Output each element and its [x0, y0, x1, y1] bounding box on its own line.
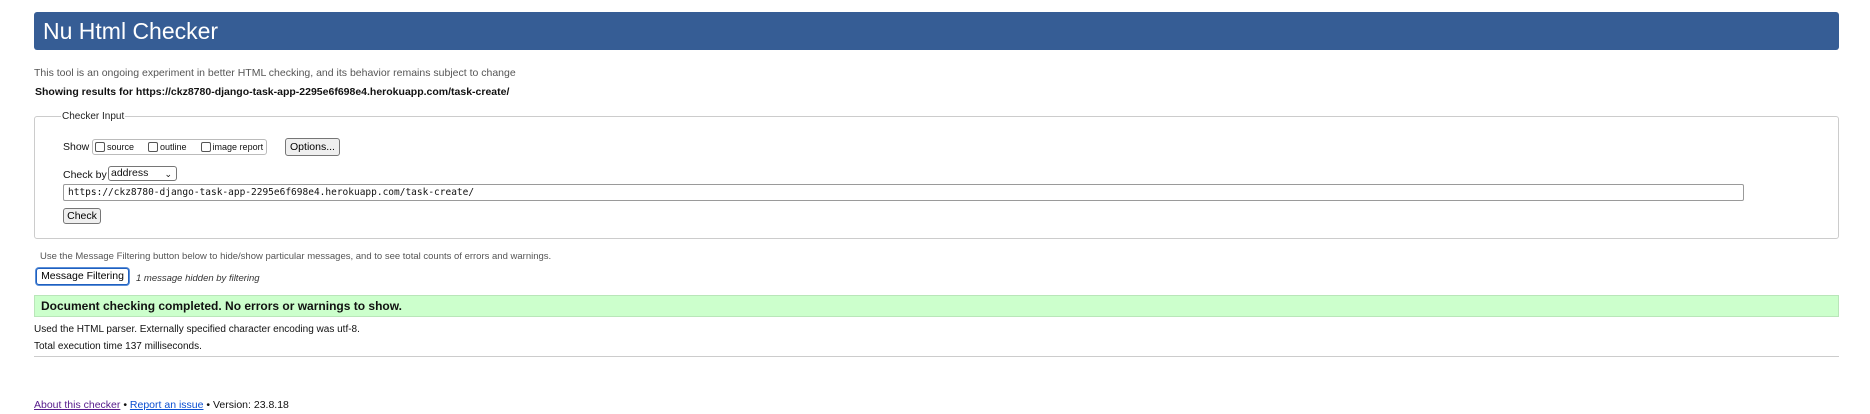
checker-input-legend: Checker Input — [62, 111, 125, 122]
execution-time: Total execution time 137 milliseconds. — [34, 341, 202, 352]
show-options-group: source outline image report — [92, 139, 268, 155]
show-outline-option[interactable]: outline — [148, 142, 187, 152]
footer-separator: • — [123, 399, 127, 411]
chevron-down-icon: ⌄ — [164, 169, 172, 179]
show-image-report-option[interactable]: image report — [200, 142, 264, 152]
check-by-selected-value: address — [111, 167, 149, 179]
page-header: Nu Html Checker — [34, 12, 1839, 50]
show-label: Show — [63, 141, 90, 153]
check-button[interactable]: Check — [63, 208, 101, 224]
image-report-checkbox-label: image report — [212, 142, 264, 152]
page-title: Nu Html Checker — [43, 18, 219, 44]
check-by-select[interactable]: address ⌄ — [108, 166, 177, 181]
outline-checkbox-label: outline — [160, 142, 187, 152]
experiment-notice: This tool is an ongoing experiment in be… — [34, 67, 516, 79]
source-checkbox-label: source — [107, 142, 135, 152]
divider — [34, 356, 1839, 357]
results-heading: Showing results for https://ckz8780-djan… — [35, 86, 510, 98]
success-message: Document checking completed. No errors o… — [34, 295, 1839, 317]
footer: About this checker • Report an issue • V… — [34, 399, 289, 411]
parser-info: Used the HTML parser. Externally specifi… — [34, 324, 360, 335]
image-report-checkbox[interactable] — [200, 142, 211, 152]
version-text: Version: 23.8.18 — [213, 399, 289, 411]
check-by-label: Check by — [63, 169, 107, 181]
show-source-option[interactable]: source — [95, 142, 134, 152]
about-checker-link[interactable]: About this checker — [34, 399, 120, 411]
filtering-help-text: Use the Message Filtering button below t… — [40, 251, 552, 262]
hidden-messages-note: 1 message hidden by filtering — [136, 273, 260, 284]
source-checkbox[interactable] — [95, 142, 105, 152]
message-filtering-button[interactable]: Message Filtering — [36, 268, 129, 285]
report-issue-link[interactable]: Report an issue — [130, 399, 204, 411]
footer-separator: • — [206, 399, 211, 411]
options-button[interactable]: Options... — [285, 138, 340, 156]
checker-input-fieldset: Checker Input — [34, 111, 1839, 239]
url-input[interactable]: https://ckz8780-django-task-app-2295e6f6… — [63, 184, 1744, 201]
page: Nu Html Checker This tool is an ongoing … — [0, 0, 1870, 414]
outline-checkbox[interactable] — [148, 142, 159, 152]
